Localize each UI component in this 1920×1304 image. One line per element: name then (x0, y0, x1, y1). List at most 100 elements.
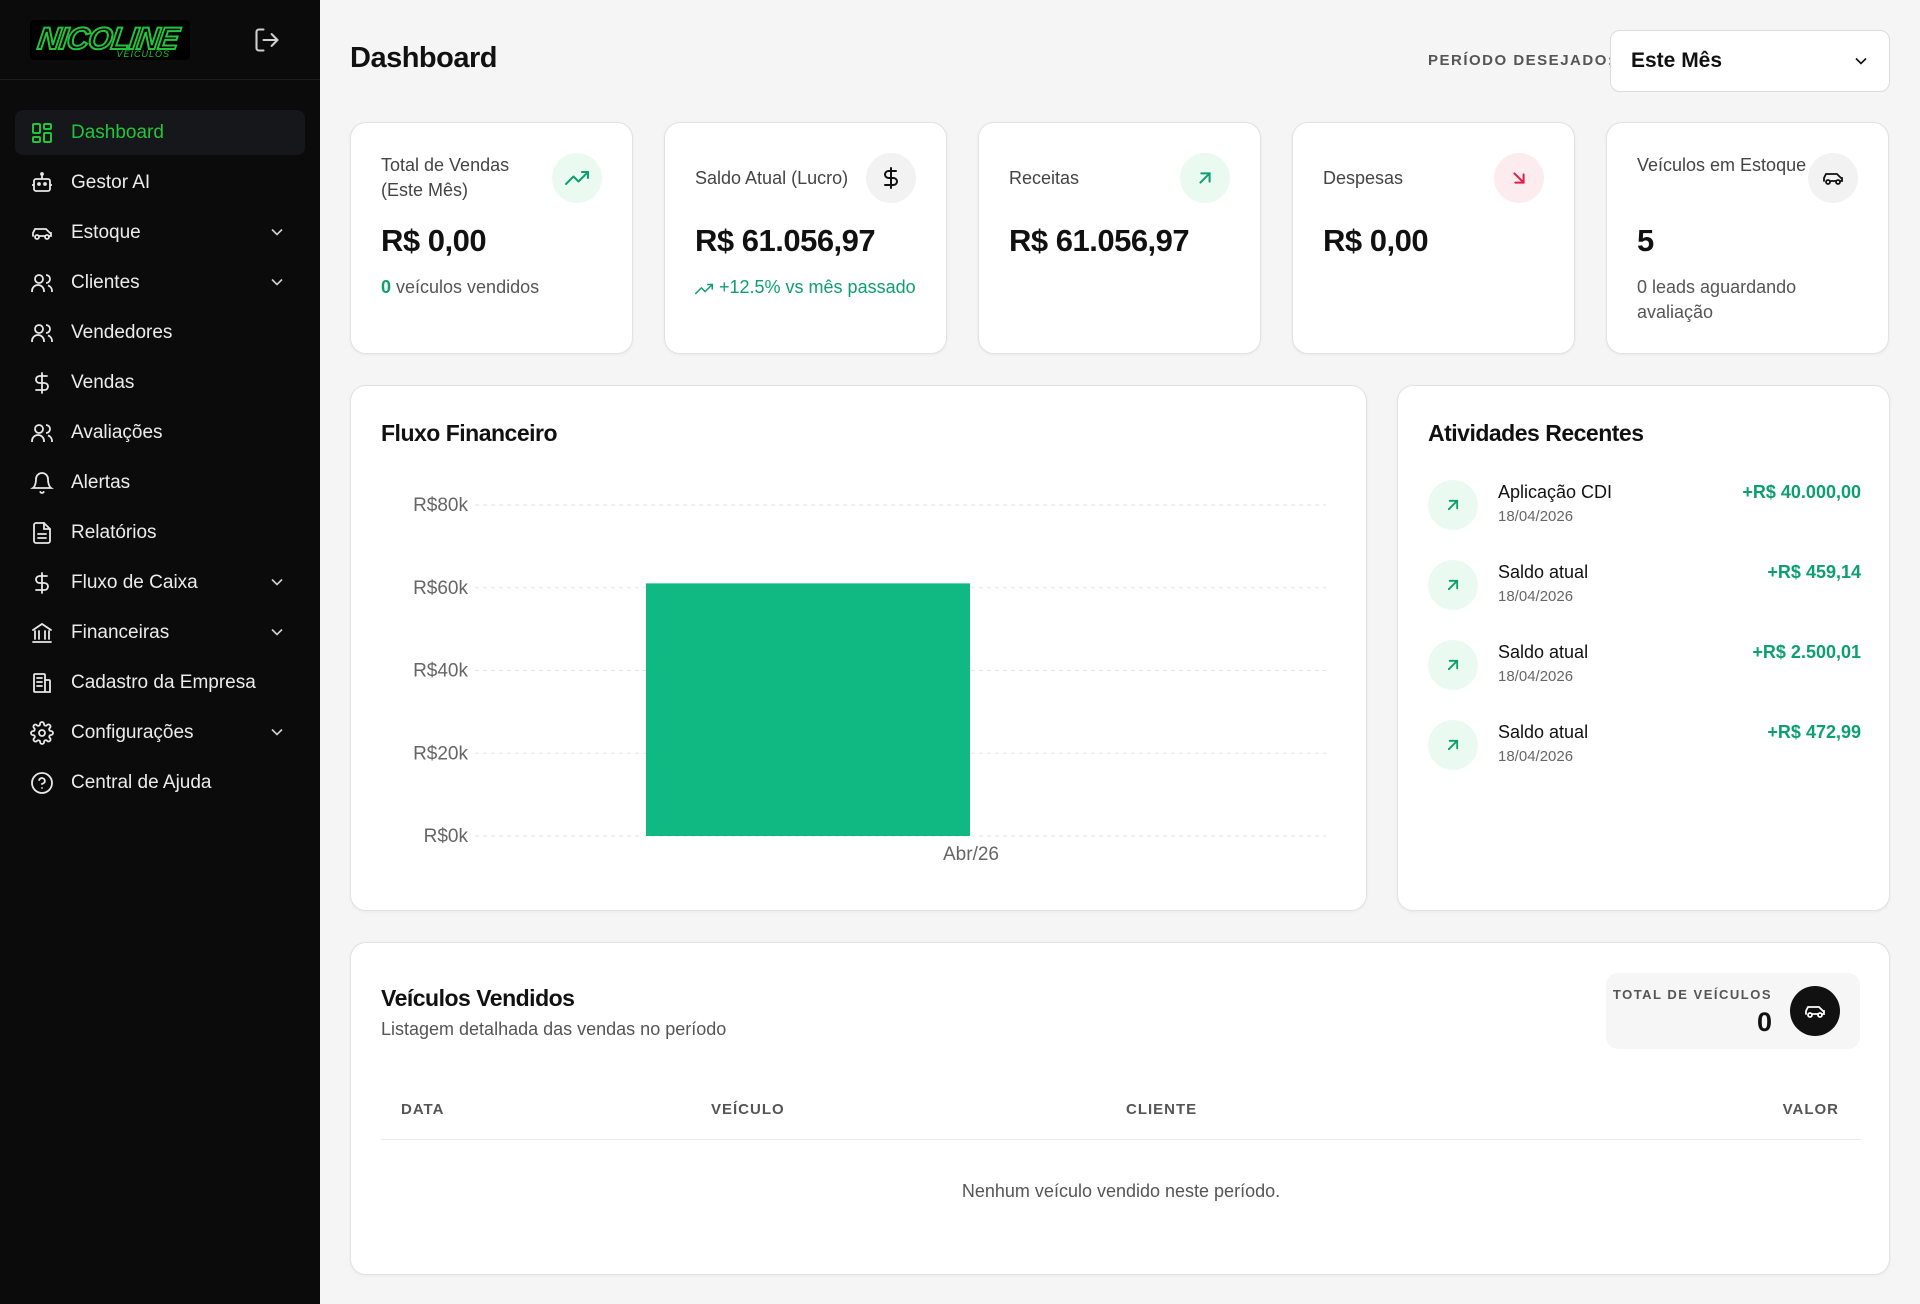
car-icon (29, 220, 55, 246)
stat-card-total-vendas: Total de Vendas (Este Mês) R$ 0,00 0 veí… (350, 122, 633, 354)
sidebar-item-label: Alertas (71, 471, 131, 493)
stat-label: Receitas (1009, 168, 1080, 188)
column-header-valor[interactable]: VALOR (1783, 1101, 1839, 1118)
dollar-icon (29, 570, 55, 596)
activity-item[interactable]: Saldo atual 18/04/2026 +R$ 459,14 (1428, 560, 1861, 612)
y-tick-label: R$60k (413, 578, 468, 599)
help-icon (29, 770, 55, 796)
sidebar-item-alertas[interactable]: Alertas (15, 460, 305, 505)
period-select-value: Este Mês (1631, 49, 1723, 72)
bell-icon (29, 470, 55, 496)
sidebar-item-label: Estoque (71, 221, 141, 243)
sidebar-header: NICOLINE VEÍCULOS (0, 0, 320, 80)
stat-card-saldo-atual: Saldo Atual (Lucro) R$ 61.056,97 +12.5% … (664, 122, 947, 354)
stat-value: R$ 61.056,97 (1009, 223, 1190, 258)
sidebar-item-configuracoes[interactable]: Configurações (15, 710, 305, 755)
sidebar-item-label: Financeiras (71, 621, 170, 643)
period-select[interactable]: Este Mês (1610, 30, 1890, 92)
stat-card-veiculos-estoque: Veículos em Estoque 5 0 leads aguardando… (1606, 122, 1889, 354)
sidebar-item-vendedores[interactable]: Vendedores (15, 310, 305, 355)
sidebar-item-financeiras[interactable]: Financeiras (15, 610, 305, 655)
activity-item[interactable]: Saldo atual 18/04/2026 +R$ 2.500,01 (1428, 640, 1861, 692)
y-tick-label: R$80k (413, 495, 468, 516)
stat-card-receitas: Receitas R$ 61.056,97 (978, 122, 1261, 354)
total-vehicles-label: TOTAL DE VEÍCULOS (1612, 987, 1772, 1002)
arrow-up-right-icon (1428, 480, 1478, 530)
arrow-up-right-icon (1180, 153, 1230, 203)
activity-title: Atividades Recentes (1428, 420, 1644, 446)
activity-item[interactable]: Saldo atual 18/04/2026 +R$ 472,99 (1428, 720, 1861, 772)
sidebar-item-clientes[interactable]: Clientes (15, 260, 305, 305)
sidebar-item-relatorios[interactable]: Relatórios (15, 510, 305, 555)
chevron-down-icon (267, 272, 287, 292)
arrow-up-right-icon (1428, 720, 1478, 770)
trending-up-icon (552, 153, 602, 203)
activity-date: 18/04/2026 (1498, 588, 1574, 605)
y-tick-label: R$40k (413, 661, 468, 682)
empty-table-message: Nenhum veículo vendido neste período. (961, 1181, 1281, 1201)
chevron-down-icon (267, 222, 287, 242)
file-icon (29, 520, 55, 546)
activity-date: 18/04/2026 (1498, 668, 1574, 685)
activity-date: 18/04/2026 (1498, 508, 1574, 525)
sidebar-item-central-de-ajuda[interactable]: Central de Ajuda (15, 760, 305, 805)
stat-subtext: +12.5% vs mês passado (695, 275, 925, 300)
brand-logo[interactable]: NICOLINE VEÍCULOS (30, 20, 190, 60)
chevron-down-icon (267, 622, 287, 642)
users-icon (29, 270, 55, 296)
sidebar-item-label: Central de Ajuda (71, 771, 212, 793)
activity-name: Saldo atual (1498, 562, 1589, 582)
fluxo-financeiro-chart: R$0k R$20k R$40k R$60k R$80k Abr/26 (413, 495, 1326, 865)
sidebar-item-dashboard[interactable]: Dashboard (15, 110, 305, 155)
logout-icon[interactable] (253, 26, 281, 54)
stat-value: R$ 0,00 (381, 223, 487, 258)
period-label: PERÍODO DESEJADO: (1428, 52, 1615, 69)
activity-item[interactable]: Aplicação CDI 18/04/2026 +R$ 40.000,00 (1428, 480, 1861, 532)
chevron-down-icon (1851, 51, 1871, 71)
sidebar-item-gestor-ai[interactable]: Gestor AI (15, 160, 305, 205)
sidebar-item-estoque[interactable]: Estoque (15, 210, 305, 255)
sidebar-item-label: Relatórios (71, 521, 157, 543)
stat-label: Saldo Atual (Lucro) (695, 168, 849, 188)
stat-value: R$ 61.056,97 (695, 223, 876, 258)
sidebar: NICOLINE VEÍCULOS Dashboard Gestor AI Es… (0, 0, 320, 1304)
y-tick-label: R$0k (424, 826, 469, 847)
dashboard-grid-icon (29, 120, 55, 146)
activity-amount: +R$ 472,99 (1767, 722, 1861, 742)
table-divider (381, 1139, 1861, 1140)
sidebar-item-fluxo-de-caixa[interactable]: Fluxo de Caixa (15, 560, 305, 605)
activity-name: Aplicação CDI (1498, 482, 1613, 502)
sidebar-item-label: Gestor AI (71, 171, 151, 193)
column-header-data[interactable]: DATA (401, 1101, 444, 1118)
sidebar-item-vendas[interactable]: Vendas (15, 360, 305, 405)
sidebar-item-label: Vendedores (71, 321, 173, 343)
x-tick-label: Abr/26 (943, 844, 999, 865)
activity-amount: +R$ 40.000,00 (1742, 482, 1861, 502)
sidebar-item-label: Cadastro da Empresa (71, 671, 256, 693)
arrow-down-right-icon (1494, 153, 1544, 203)
stat-sub-count: 0 (381, 277, 392, 297)
gear-icon (29, 720, 55, 746)
activity-name: Saldo atual (1498, 642, 1589, 662)
sold-vehicles-card: Veículos Vendidos Listagem detalhada das… (350, 942, 1890, 1275)
chart-card: Fluxo Financeiro R$0k R$20k R$40k R$60k R$80… (350, 385, 1367, 911)
activity-amount: +R$ 459,14 (1767, 562, 1861, 582)
stat-label: Total de Vendas (Este Mês) (381, 155, 510, 200)
chevron-down-icon (267, 572, 287, 592)
sidebar-item-label: Configurações (71, 721, 194, 743)
sidebar-item-cadastro-da-empresa[interactable]: Cadastro da Empresa (15, 660, 305, 705)
sidebar-item-avaliacoes[interactable]: Avaliações (15, 410, 305, 455)
column-header-cliente[interactable]: CLIENTE (1126, 1101, 1197, 1118)
car-icon (1808, 153, 1858, 203)
total-vehicles-value: 0 (1756, 1007, 1772, 1037)
column-header-veiculo[interactable]: VEÍCULO (711, 1101, 785, 1118)
stat-sub-text: +12.5% vs mês passado (719, 277, 916, 297)
stat-sub-text: veículos vendidos (391, 277, 540, 297)
car-icon (1790, 986, 1840, 1036)
chart-bar (646, 583, 970, 836)
stat-value: 5 (1637, 223, 1654, 258)
sidebar-item-label: Dashboard (71, 121, 164, 143)
users-icon (29, 320, 55, 346)
sidebar-item-label: Clientes (71, 271, 140, 293)
sidebar-item-label: Vendas (71, 371, 135, 393)
